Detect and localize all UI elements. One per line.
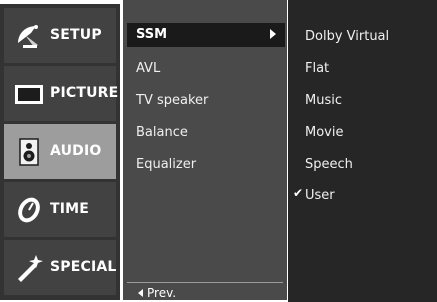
category-label: TIME <box>50 201 90 217</box>
left-arrow-icon <box>138 289 143 297</box>
option-movie[interactable]: Movie <box>305 125 343 140</box>
option-speech[interactable]: Speech <box>305 157 353 172</box>
submenu-divider <box>127 282 283 283</box>
category-label: AUDIO <box>50 143 102 159</box>
speaker-icon <box>19 138 39 166</box>
option-music[interactable]: Music <box>305 93 342 108</box>
tv-screen-icon <box>15 85 43 104</box>
category-time[interactable]: TIME <box>4 182 116 237</box>
magic-wand-icon <box>18 255 43 282</box>
category-label: SETUP <box>50 27 102 43</box>
submenu-arrow-icon <box>270 29 276 39</box>
submenu-item-avl[interactable]: AVL <box>136 61 160 76</box>
category-label: SPECIAL <box>50 259 117 275</box>
check-icon: ✔ <box>293 186 304 200</box>
option-flat[interactable]: Flat <box>305 61 329 76</box>
category-menu: SETUP PICTURE AUDIO TIME SPECIAL <box>0 4 120 300</box>
prev-button[interactable]: Prev. <box>138 286 176 300</box>
submenu-item-label: SSM <box>136 27 168 42</box>
audio-submenu <box>123 6 287 300</box>
category-label: PICTURE <box>50 85 119 101</box>
category-audio[interactable]: AUDIO <box>4 124 116 179</box>
option-user[interactable]: User <box>305 188 335 203</box>
prev-label: Prev. <box>147 286 177 300</box>
ssm-options-panel <box>288 0 437 302</box>
category-special[interactable]: SPECIAL <box>4 240 116 295</box>
satellite-dish-icon <box>18 25 38 48</box>
option-dolby-virtual[interactable]: Dolby Virtual <box>305 29 389 44</box>
submenu-item-tv-speaker[interactable]: TV speaker <box>136 93 208 108</box>
category-picture[interactable]: PICTURE <box>4 66 119 121</box>
category-setup[interactable]: SETUP <box>4 8 116 63</box>
clock-icon <box>18 197 40 223</box>
submenu-item-equalizer[interactable]: Equalizer <box>136 157 196 172</box>
submenu-item-balance[interactable]: Balance <box>136 125 188 140</box>
tv-osd-screen: SETUP PICTURE AUDIO TIME SPECIAL SSM AVL… <box>0 0 437 302</box>
